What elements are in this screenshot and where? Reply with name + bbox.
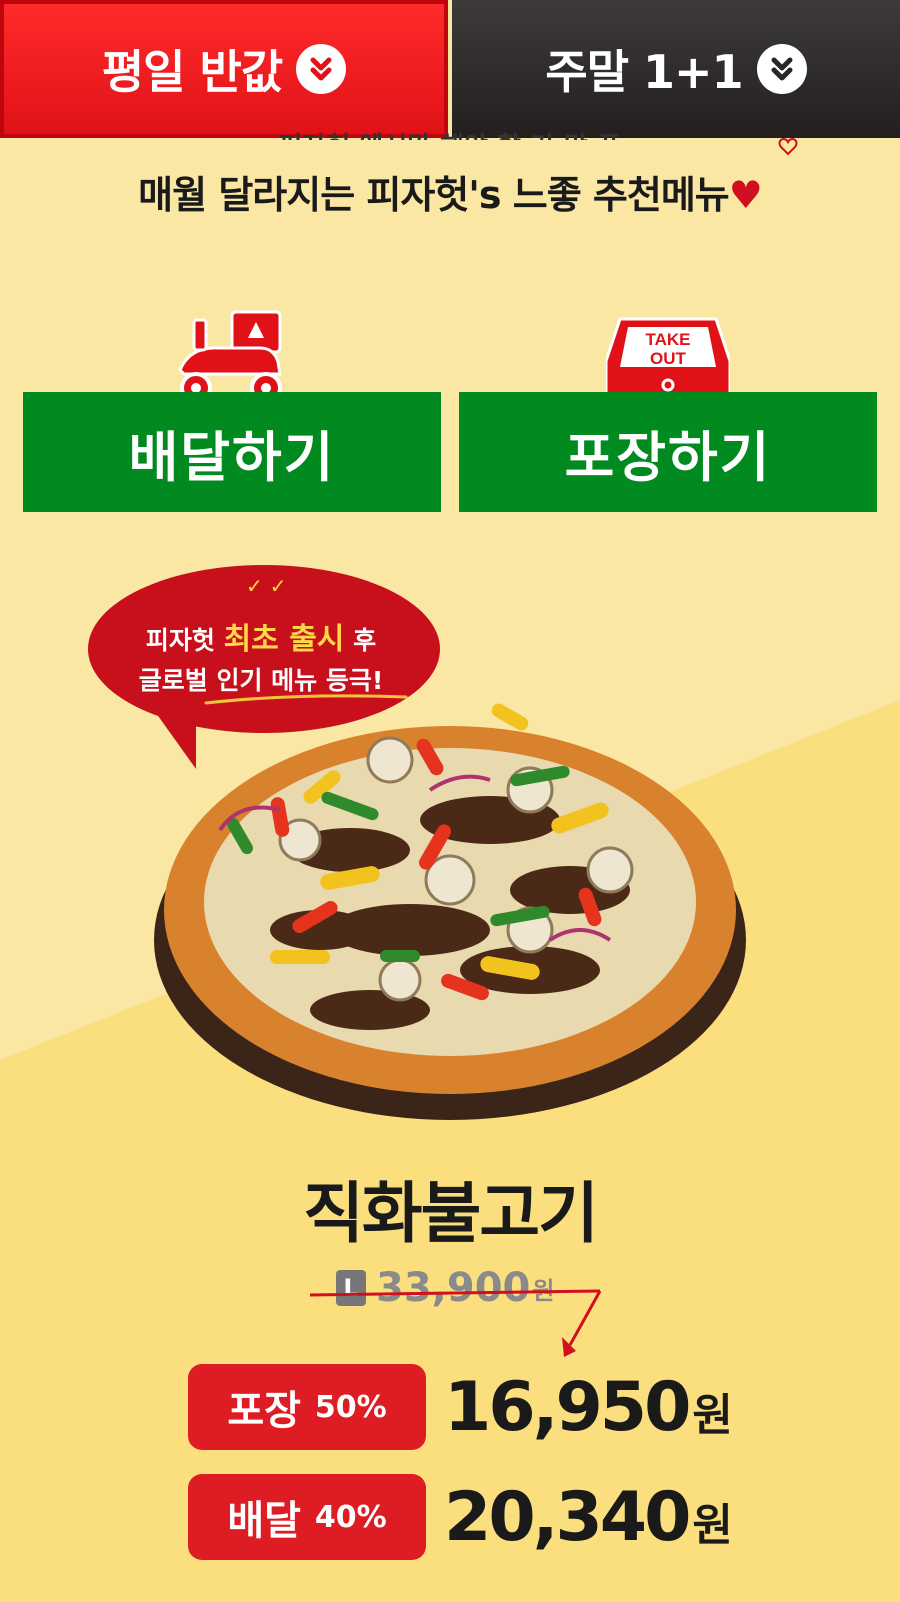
strikethrough-arrow-icon [309, 1289, 602, 1357]
discount-label: 배달 [227, 1498, 301, 1544]
check-marks-icon: ✓ ✓ [246, 574, 286, 598]
pizza-image [154, 703, 746, 1120]
delivery-button[interactable]: 배달하기 [23, 392, 441, 512]
headline-text: 매월 달라지는 피자헛's 느좋 추천메뉴 [138, 173, 730, 217]
discount-percent: 50% [314, 1389, 387, 1425]
takeout-price: 16,950원 [444, 1367, 733, 1447]
takeout-box-text-2: OUT [650, 349, 687, 368]
takeout-button-label: 포장하기 [564, 425, 772, 489]
subheadline-clipped: 피자헛 에서만 해야 할 거.맛.픈 [0, 126, 900, 140]
takeout-button[interactable]: 포장하기 [459, 392, 877, 512]
tab-weekend-1plus1[interactable]: 주말 1+1 [452, 0, 900, 138]
takeout-discount-badge: 포장 50% [188, 1364, 426, 1450]
promo-line-1: 피자헛 최초 출시 후 [145, 622, 377, 657]
tab-label: 평일 반값 [101, 45, 283, 99]
price-row-delivery: 배달 40% 20,340원 [188, 1474, 733, 1560]
chevron-double-down-icon [756, 44, 807, 94]
delivery-price: 20,340원 [444, 1477, 733, 1557]
chevron-double-down-icon [296, 44, 347, 94]
tab-label: 주말 1+1 [545, 45, 743, 99]
takeout-box-text-1: TAKE [645, 330, 690, 349]
page-headline: 매월 달라지는 피자헛's 느좋 추천메뉴♥ [0, 164, 900, 219]
delivery-discount-badge: 배달 40% [188, 1474, 426, 1560]
discount-label: 포장 [227, 1388, 301, 1434]
product-name: 직화불고기 [303, 1175, 599, 1252]
promo-bubble-text: 피자헛 최초 출시 후 글로벌 인기 메뉴 등극! [86, 620, 436, 701]
price-row-takeout: 포장 50% 16,950원 [188, 1364, 733, 1450]
small-hearts-icon [778, 138, 798, 156]
promo-highlight: 최초 출시 [223, 622, 345, 657]
delivery-button-label: 배달하기 [128, 425, 336, 489]
tab-weekday-half-price[interactable]: 평일 반값 [0, 0, 448, 138]
discount-percent: 40% [314, 1499, 387, 1535]
heart-icon: ♥ [728, 173, 763, 217]
